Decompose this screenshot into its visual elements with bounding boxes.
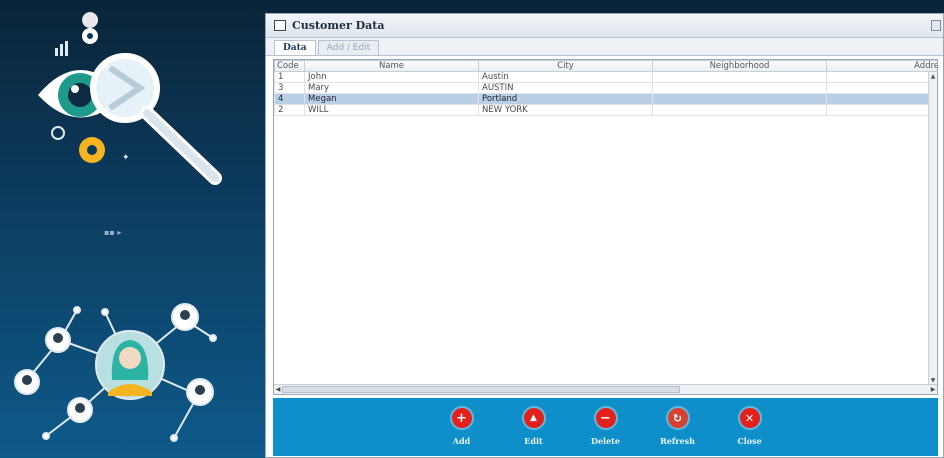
customer-table: Code Name City Neighborhood Address 1 Jo… — [273, 59, 938, 395]
cell-city[interactable]: AUSTIN — [478, 82, 653, 94]
cell-address[interactable] — [826, 71, 937, 83]
cell-city[interactable]: NEW YORK — [478, 104, 653, 116]
scroll-right-icon[interactable]: ▶ — [929, 385, 937, 394]
action-toolbar: + Add ▲ Edit − Delete ↻ Refresh ✕ Close — [273, 398, 938, 456]
edit-label: Edit — [524, 436, 543, 446]
cell-neighborhood[interactable] — [652, 71, 827, 83]
window-icon — [274, 20, 286, 31]
delete-button[interactable]: − Delete — [570, 408, 642, 446]
maximize-button[interactable] — [931, 20, 941, 31]
svg-text:✦: ✦ — [122, 153, 130, 163]
table-row[interactable]: 3 Mary AUSTIN — [274, 82, 937, 94]
horizontal-scrollbar[interactable]: ◀ ▶ — [274, 384, 937, 394]
scroll-up-icon[interactable]: ▲ — [929, 72, 937, 81]
column-header-code[interactable]: Code — [274, 60, 305, 72]
cell-name[interactable]: Megan — [304, 93, 479, 105]
cell-city[interactable]: Austin — [478, 71, 653, 83]
cell-address[interactable] — [826, 82, 937, 94]
cell-neighborhood[interactable] — [652, 82, 827, 94]
customer-data-window: Customer Data Data Add / Edit Code Name … — [265, 13, 944, 458]
plus-circle-icon: + — [451, 408, 472, 428]
cell-neighborhood[interactable] — [652, 104, 827, 116]
cell-name[interactable]: John — [304, 71, 479, 83]
cell-address[interactable] — [826, 93, 937, 105]
decorative-dots: ▪▪ ▸ — [104, 228, 122, 237]
x-circle-icon: ✕ — [739, 408, 760, 428]
up-arrow-circle-icon: ▲ — [523, 408, 544, 428]
table-row[interactable]: 1 John Austin — [274, 71, 937, 83]
window-title: Customer Data — [292, 19, 385, 32]
column-header-address[interactable]: Address — [826, 60, 937, 72]
horizontal-scroll-thumb[interactable] — [282, 386, 680, 393]
cell-name[interactable]: Mary — [304, 82, 479, 94]
cell-code[interactable]: 2 — [274, 104, 305, 116]
vertical-scrollbar[interactable]: ▲ ▼ — [928, 72, 937, 385]
cell-name[interactable]: WILL — [304, 104, 479, 116]
tab-data[interactable]: Data — [274, 40, 316, 55]
cell-code[interactable]: 4 — [274, 93, 305, 105]
refresh-label: Refresh — [660, 436, 695, 446]
close-label: Close — [737, 436, 762, 446]
cell-address[interactable] — [826, 104, 937, 116]
table-row-selected[interactable]: 4 Megan Portland — [274, 93, 937, 105]
refresh-circle-icon: ↻ — [667, 408, 688, 428]
data-grid: Code Name City Neighborhood Address 1 Jo… — [274, 60, 937, 116]
minus-circle-icon: − — [595, 408, 616, 428]
add-label: Add — [452, 436, 471, 446]
title-bar[interactable]: Customer Data — [266, 14, 943, 38]
column-header-neighborhood[interactable]: Neighborhood — [652, 60, 827, 72]
cell-code[interactable]: 3 — [274, 82, 305, 94]
column-header-name[interactable]: Name — [304, 60, 479, 72]
close-button[interactable]: ✕ Close — [714, 408, 786, 446]
delete-label: Delete — [591, 436, 620, 446]
cell-neighborhood[interactable] — [652, 93, 827, 105]
tab-bar: Data Add / Edit — [266, 38, 943, 56]
edit-button[interactable]: ▲ Edit — [498, 408, 570, 446]
add-button[interactable]: + Add — [426, 408, 498, 446]
tab-add-edit[interactable]: Add / Edit — [317, 40, 380, 55]
cell-city[interactable]: Portland — [478, 93, 653, 105]
table-row[interactable]: 2 WILL NEW YORK — [274, 104, 937, 116]
eye-magnifier-icon: ✦ — [38, 12, 222, 185]
decorative-illustration: ✦ — [14, 12, 222, 442]
scroll-left-icon[interactable]: ◀ — [274, 385, 282, 394]
table-header-row: Code Name City Neighborhood Address — [274, 60, 937, 72]
column-header-city[interactable]: City — [478, 60, 653, 72]
cell-code[interactable]: 1 — [274, 71, 305, 83]
refresh-button[interactable]: ↻ Refresh — [642, 408, 714, 446]
